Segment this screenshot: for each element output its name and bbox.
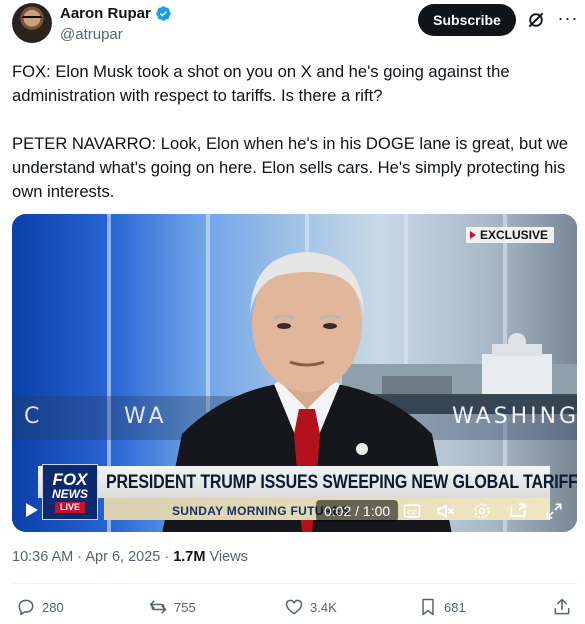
video-player[interactable]: C WA WASHING EXCLUSIVE PRESIDENT TRUMP I…: [12, 214, 577, 532]
reply-button[interactable]: 280: [16, 597, 64, 617]
bookmark-count: 681: [444, 599, 466, 615]
reply-count: 280: [42, 599, 64, 615]
views-count: 1.7M: [173, 549, 206, 565]
like-button[interactable]: 3.4K: [284, 597, 337, 617]
tweet-timestamp[interactable]: 10:36 AM · Apr 6, 2025 ·: [12, 549, 173, 565]
exclusive-badge: EXCLUSIVE: [466, 227, 555, 243]
verified-badge-icon: [156, 6, 171, 21]
captions-icon[interactable]: CC: [402, 501, 422, 521]
like-count: 3.4K: [310, 599, 337, 615]
views-label: Views: [205, 549, 248, 565]
repost-icon: [149, 600, 167, 614]
settings-icon[interactable]: [472, 501, 492, 521]
exclusive-label: EXCLUSIVE: [480, 228, 549, 242]
author-handle[interactable]: @atrupar: [60, 26, 123, 43]
repost-count: 755: [174, 599, 196, 615]
play-icon[interactable]: [26, 503, 38, 517]
bookmark-icon: [422, 598, 434, 616]
reply-icon: [18, 599, 34, 616]
fox-live-tag: LIVE: [54, 501, 85, 513]
fox-news-logo: FOX NEWS LIVE: [42, 464, 98, 520]
pip-icon[interactable]: [508, 501, 528, 521]
exclusive-triangle-icon: [470, 231, 476, 239]
repost-button[interactable]: 755: [148, 597, 196, 617]
bookmark-button[interactable]: 681: [418, 597, 466, 617]
grok-icon[interactable]: [526, 10, 546, 30]
svg-text:CC: CC: [407, 509, 417, 516]
share-button[interactable]: [552, 597, 572, 617]
subscribe-button[interactable]: Subscribe: [418, 4, 516, 36]
fox-logo-top: FOX: [52, 469, 88, 489]
tweet-paragraph: FOX: Elon Musk took a shot on you on X a…: [12, 62, 510, 105]
chyron-headline: PRESIDENT TRUMP ISSUES SWEEPING NEW GLOB…: [106, 471, 577, 493]
tweet-paragraph: PETER NAVARRO: Look, Elon when he's in h…: [12, 134, 568, 201]
heart-icon: [285, 599, 303, 615]
fullscreen-icon[interactable]: [544, 501, 564, 521]
backdrop-text-right: WASHING: [452, 404, 577, 429]
more-options-icon[interactable]: ···: [556, 6, 580, 30]
fox-logo-bottom: NEWS: [52, 486, 88, 501]
mute-icon[interactable]: [436, 501, 456, 521]
avatar-glasses: [22, 16, 42, 21]
author-avatar[interactable]: [12, 3, 52, 43]
tweet-text: FOX: Elon Musk took a shot on you on X a…: [12, 60, 577, 204]
share-icon: [554, 598, 570, 615]
video-time-display: 0:02 / 1:00: [316, 500, 399, 522]
divider: [12, 583, 577, 584]
tweet-meta: 10:36 AM · Apr 6, 2025 · 1.7M Views: [12, 549, 248, 565]
backdrop-text-left: C: [24, 404, 44, 429]
author-name-row[interactable]: Aaron Rupar: [60, 5, 172, 22]
author-display-name[interactable]: Aaron Rupar: [60, 5, 151, 22]
